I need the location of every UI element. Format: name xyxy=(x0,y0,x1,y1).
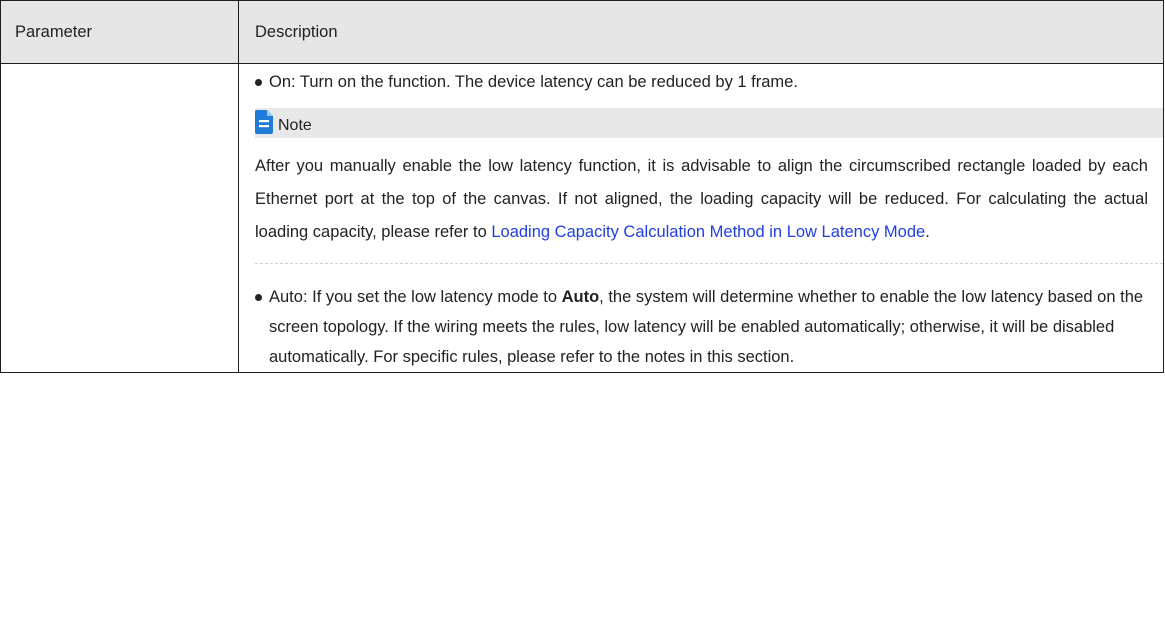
table-header-row: Parameter Description xyxy=(0,0,1164,64)
parameter-cell xyxy=(0,63,239,373)
header-description: Description xyxy=(238,0,1164,64)
note-divider xyxy=(255,249,1163,264)
bullet-on: On: Turn on the function. The device lat… xyxy=(255,67,1151,97)
parameter-table: Parameter Description On: Turn on the fu… xyxy=(0,0,1164,373)
note-body: After you manually enable the low latenc… xyxy=(255,157,1148,241)
description-cell: On: Turn on the function. The device lat… xyxy=(238,63,1164,373)
header-parameter: Parameter xyxy=(0,0,239,64)
table-row: On: Turn on the function. The device lat… xyxy=(0,63,1164,373)
note-header: Note xyxy=(255,108,1163,138)
bullet-auto: Auto: If you set the low latency mode to… xyxy=(255,282,1151,372)
note-label: Note xyxy=(278,117,312,134)
note-document-icon xyxy=(255,110,273,134)
loading-capacity-link[interactable]: Loading Capacity Calculation Method in L… xyxy=(491,223,925,241)
